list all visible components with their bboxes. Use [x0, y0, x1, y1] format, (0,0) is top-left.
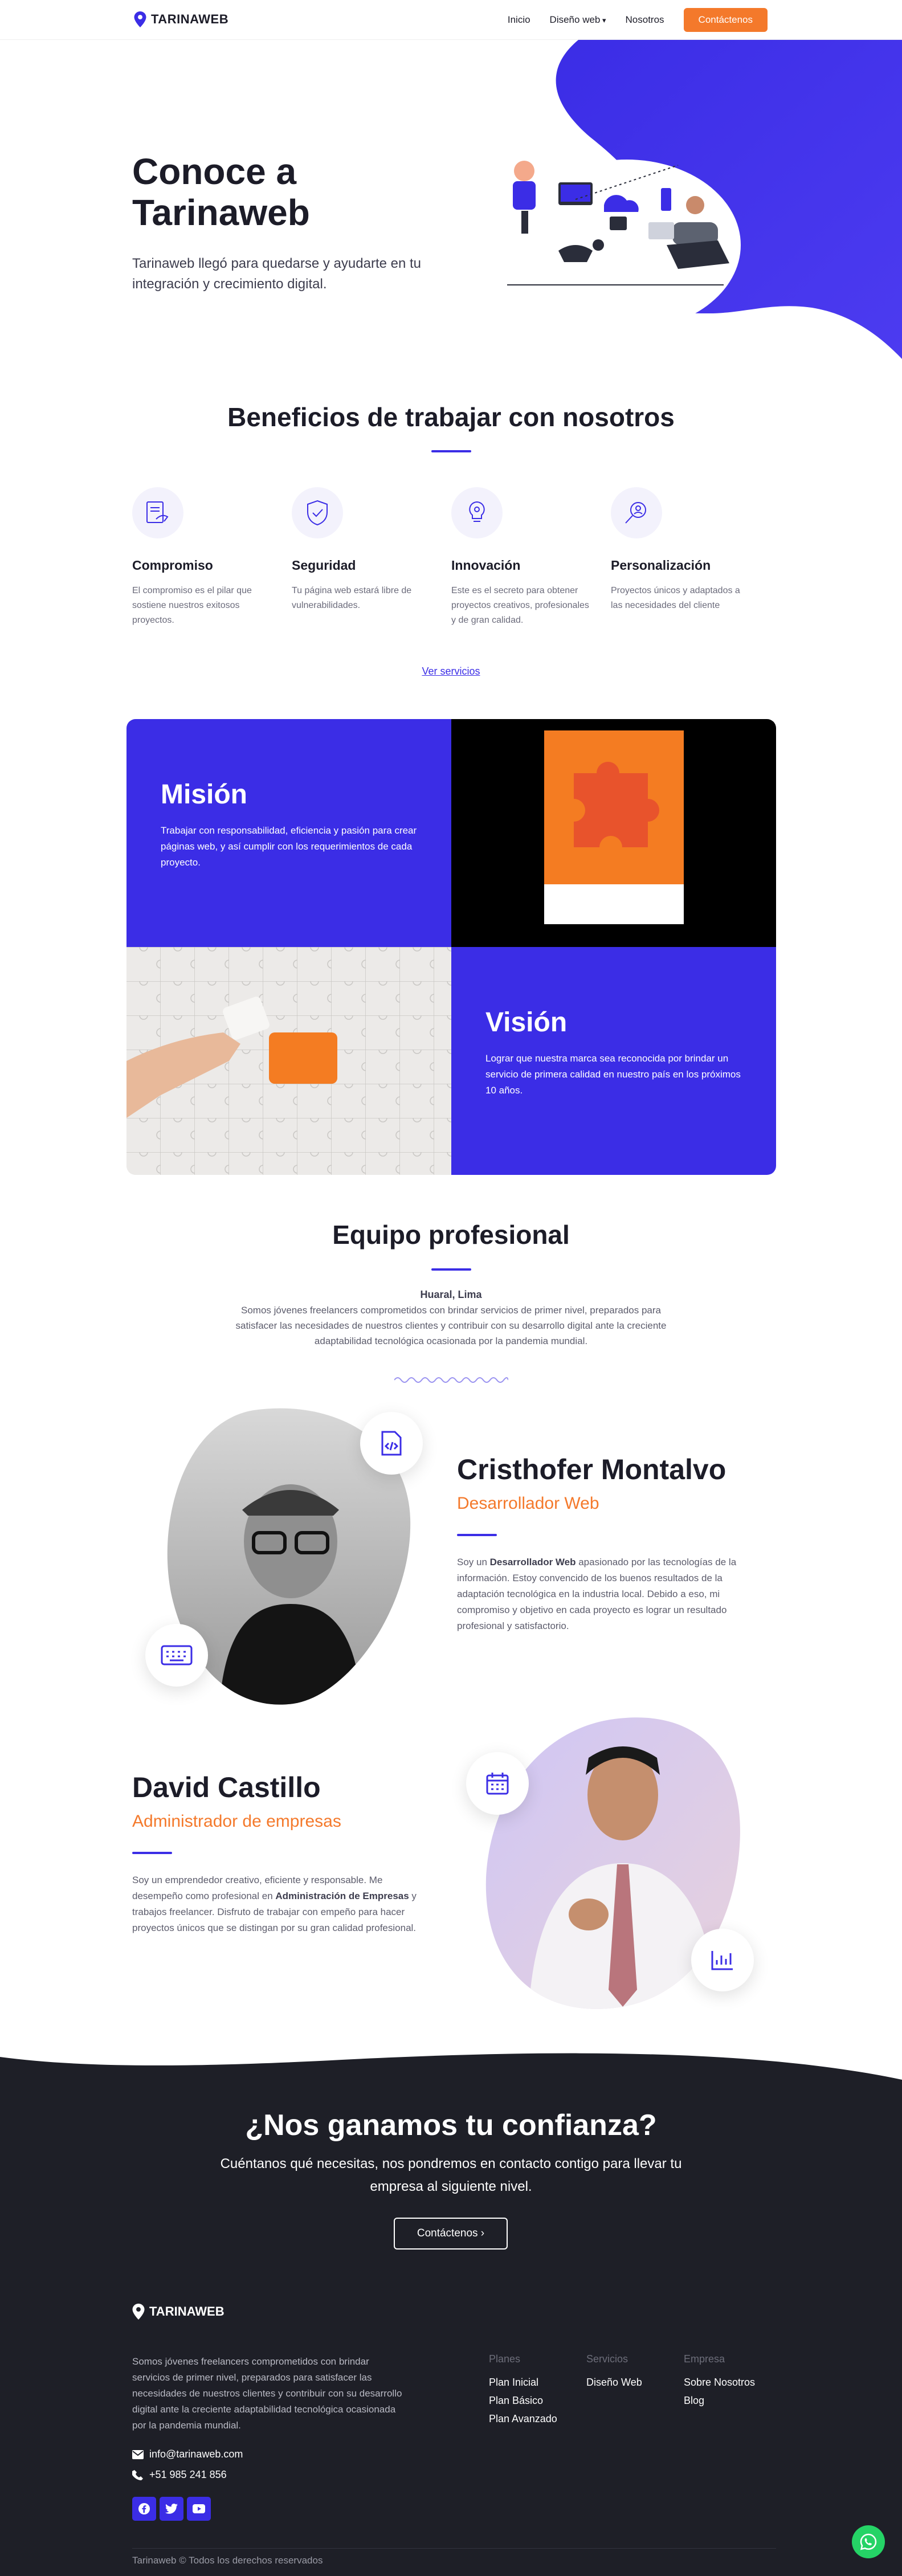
footer-link-plan-avanzado[interactable]: Plan Avanzado [489, 2413, 557, 2425]
youtube-icon[interactable] [187, 2497, 211, 2521]
footer-column-empresa: Empresa Sobre Nosotros Blog [684, 2353, 755, 2413]
facebook-icon[interactable] [132, 2497, 156, 2521]
puzzle-hand-image [126, 947, 451, 1175]
vision-title: Visión [485, 1007, 568, 1038]
vision-block: Visión Lograr que nuestra marca sea reco… [451, 947, 776, 1175]
member-role-david: Administrador de empresas [132, 1812, 341, 1831]
benefit-title: Compromiso [132, 558, 213, 573]
mission-block: Misión Trabajar con responsabilidad, efi… [126, 719, 451, 947]
footer-copyright: Tarinaweb © Todos los derechos reservado… [132, 2555, 323, 2566]
top-navbar: TARINAWEB Inicio Diseño web Nosotros Con… [0, 0, 902, 40]
cta-contact-button[interactable]: Contáctenos › [394, 2218, 508, 2250]
contract-icon [132, 487, 183, 538]
benefits-underline [431, 450, 471, 452]
cta-subtitle: Cuéntanos qué necesitas, nos pondremos e… [220, 2156, 682, 2194]
benefit-card-innovacion: Innovación Este es el secreto para obten… [451, 487, 594, 628]
footer-link-plan-inicial[interactable]: Plan Inicial [489, 2377, 557, 2389]
benefit-title: Personalización [611, 558, 711, 573]
footer-phone-link[interactable]: +51 985 241 856 [132, 2469, 227, 2481]
hero-title: Conoce a Tarinaweb [132, 151, 310, 233]
mission-image-puzzle-piece [451, 719, 776, 947]
footer-phone: +51 985 241 856 [149, 2469, 227, 2480]
footer-about: Somos jóvenes freelancers comprometidos … [132, 2356, 402, 2431]
search-user-icon [611, 487, 662, 538]
footer-wave [0, 2046, 902, 2091]
footer-link-diseno-web[interactable]: Diseño Web [586, 2377, 642, 2389]
footer-column-servicios: Servicios Diseño Web [586, 2353, 642, 2395]
benefit-title: Seguridad [292, 558, 356, 573]
member-role-cristhofer: Desarrollador Web [457, 1494, 599, 1513]
nav-link-nosotros[interactable]: Nosotros [626, 14, 664, 26]
nav-link-diseno-web[interactable]: Diseño web [550, 14, 606, 26]
benefit-text: Este es el secreto para obtener proyecto… [451, 586, 589, 625]
footer-divider [132, 2548, 776, 2549]
contact-button[interactable]: Contáctenos [683, 8, 768, 32]
benefit-text: El compromiso es el pilar que sostiene n… [132, 586, 252, 625]
benefits-title: Beneficios de trabajar con nosotros [227, 402, 675, 432]
team-location: Huaral, Lima [420, 1289, 482, 1300]
footer-email-link[interactable]: info@tarinaweb.com [132, 2448, 243, 2460]
bio-highlight: Desarrollador Web [489, 1557, 576, 1567]
phone-icon [132, 2469, 143, 2480]
footer-link-sobre-nosotros[interactable]: Sobre Nosotros [684, 2377, 755, 2389]
member-bar [132, 1852, 172, 1854]
footer-email: info@tarinaweb.com [149, 2448, 243, 2460]
mission-text: Trabajar con responsabilidad, eficiencia… [161, 825, 417, 868]
footer-link-plan-basico[interactable]: Plan Básico [489, 2395, 557, 2407]
mission-vision-grid: Misión Trabajar con responsabilidad, efi… [126, 719, 776, 1175]
location-pin-icon [134, 11, 146, 27]
member-name-david: David Castillo [132, 1771, 321, 1803]
hero-title-line1: Conoce a [132, 151, 297, 192]
footer-column-title: Servicios [586, 2353, 628, 2365]
vision-image-puzzle-hand [126, 947, 451, 1175]
hero-subtitle: Tarinaweb llegó para quedarse y ayudarte… [132, 256, 421, 292]
cta-title: ¿Nos ganamos tu confianza? [245, 2109, 657, 2142]
code-file-icon [360, 1412, 423, 1475]
benefit-text: Proyectos únicos y adaptados a las neces… [611, 586, 740, 610]
puzzle-piece-image [544, 730, 684, 924]
benefit-card-personalizacion: Personalización Proyectos únicos y adapt… [611, 487, 753, 613]
footer-brand-logo[interactable]: TARINAWEB [132, 2304, 225, 2320]
nav-link-inicio[interactable]: Inicio [508, 14, 530, 26]
calendar-icon [466, 1752, 529, 1815]
envelope-icon [132, 2450, 144, 2459]
mission-title: Misión [161, 779, 247, 810]
lightbulb-gear-icon [451, 487, 503, 538]
twitter-icon[interactable] [160, 2497, 183, 2521]
main-menu: Inicio Diseño web Nosotros Contáctenos [508, 8, 768, 32]
member-name-cristhofer: Cristhofer Montalvo [457, 1454, 727, 1485]
benefit-text: Tu página web estará libre de vulnerabil… [292, 586, 412, 610]
brand-logo[interactable]: TARINAWEB [134, 11, 228, 27]
team-title: Equipo profesional [332, 1220, 570, 1250]
bio-part: apasionado por las tecnologías de la inf… [457, 1557, 737, 1631]
footer-column-planes: Planes Plan Inicial Plan Básico Plan Ava… [489, 2353, 557, 2431]
location-pin-icon [132, 2304, 145, 2320]
bio-part: Soy un [457, 1557, 490, 1567]
vision-text: Lograr que nuestra marca sea reconocida … [485, 1053, 741, 1096]
benefit-card-seguridad: Seguridad Tu página web estará libre de … [292, 487, 434, 613]
member-bio-david: Soy un emprendedor creativo, eficiente y… [132, 1872, 428, 1936]
hero-title-line2: Tarinaweb [132, 192, 310, 233]
keyboard-icon [145, 1624, 208, 1687]
hero-illustration [507, 160, 741, 325]
footer-column-title: Planes [489, 2353, 521, 2365]
member-bar [457, 1534, 497, 1536]
view-services-link[interactable]: Ver servicios [0, 666, 902, 677]
bar-chart-icon [691, 1929, 754, 1991]
benefit-title: Innovación [451, 558, 521, 573]
squiggle-divider [394, 1377, 508, 1383]
footer-column-title: Empresa [684, 2353, 725, 2365]
shield-check-icon [292, 487, 343, 538]
footer-link-blog[interactable]: Blog [684, 2395, 755, 2407]
bio-highlight: Administración de Empresas [275, 1891, 409, 1901]
member-bio-cristhofer: Soy un Desarrollador Web apasionado por … [457, 1554, 753, 1634]
footer-brand-name: TARINAWEB [149, 2304, 225, 2318]
team-underline [431, 1268, 471, 1271]
team-description: Somos jóvenes freelancers comprometidos … [235, 1305, 667, 1346]
whatsapp-icon[interactable] [852, 2525, 885, 2558]
brand-name: TARINAWEB [151, 12, 229, 26]
benefit-card-compromiso: Compromiso El compromiso es el pilar que… [132, 487, 275, 628]
